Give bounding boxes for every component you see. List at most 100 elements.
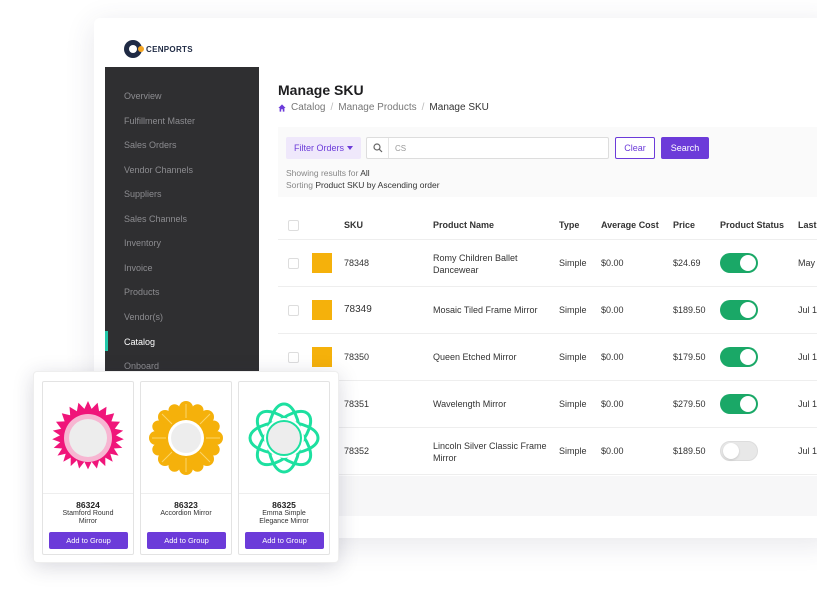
sidebar-item-vendor-channels[interactable]: Vendor Channels bbox=[124, 165, 193, 175]
sku-cell: 78349 bbox=[344, 304, 372, 315]
last-cell: Jul 1 bbox=[798, 352, 817, 362]
table-row[interactable]: 78349 Mosaic Tiled Frame Mirror Simple $… bbox=[278, 287, 817, 334]
sidebar-active-indicator bbox=[105, 331, 108, 351]
column-header-price[interactable]: Price bbox=[673, 220, 695, 230]
breadcrumb-manage-sku: Manage SKU bbox=[429, 102, 489, 113]
column-header-product-name[interactable]: Product Name bbox=[433, 220, 494, 230]
column-header-type[interactable]: Type bbox=[559, 220, 579, 230]
price-cell: $189.50 bbox=[673, 446, 706, 456]
search-box bbox=[366, 137, 609, 159]
product-name-cell: Mosaic Tiled Frame Mirror bbox=[433, 305, 538, 315]
brand-name: CENPORTS bbox=[146, 44, 193, 54]
product-name-line2: Mirror bbox=[78, 518, 98, 525]
sidebar-item-sales-channels[interactable]: Sales Channels bbox=[124, 214, 187, 224]
add-to-group-button[interactable]: Add to Group bbox=[49, 532, 128, 549]
product-card[interactable]: 86324 Stamford Round Mirror Add to Group bbox=[42, 381, 134, 555]
product-name-cell: Romy Children Ballet Dancewear bbox=[433, 252, 518, 276]
home-icon[interactable] bbox=[278, 103, 286, 112]
type-cell: Simple bbox=[559, 446, 587, 456]
row-checkbox[interactable] bbox=[288, 305, 299, 316]
sidebar-item-fulfillment-master[interactable]: Fulfillment Master bbox=[124, 116, 195, 126]
product-name-cell: Queen Etched Mirror bbox=[433, 352, 517, 362]
clear-button[interactable]: Clear bbox=[615, 137, 655, 159]
search-icon[interactable] bbox=[367, 138, 389, 158]
sku-cell: 78352 bbox=[344, 446, 370, 456]
status-toggle[interactable] bbox=[720, 441, 758, 461]
product-name-cell: Lincoln Silver Classic Frame Mirror bbox=[433, 440, 547, 464]
brand-logo[interactable]: CENPORTS bbox=[124, 40, 193, 58]
breadcrumb-manage-products[interactable]: Manage Products bbox=[338, 102, 416, 113]
column-header-sku[interactable]: SKU bbox=[344, 220, 363, 230]
cenports-logo-icon bbox=[124, 40, 144, 58]
product-name-line1: Romy Children Ballet bbox=[433, 253, 518, 263]
product-name-line1: Emma Simple bbox=[262, 510, 306, 517]
sidebar: Overview Fulfillment Master Sales Orders… bbox=[105, 67, 259, 387]
add-to-group-button[interactable]: Add to Group bbox=[245, 532, 324, 549]
search-input[interactable] bbox=[389, 143, 599, 153]
status-toggle[interactable] bbox=[720, 300, 758, 320]
breadcrumb-catalog[interactable]: Catalog bbox=[291, 102, 325, 113]
table-row[interactable]: 78348 Romy Children Ballet Dancewear Simp… bbox=[278, 240, 817, 287]
select-all-checkbox[interactable] bbox=[288, 220, 299, 231]
product-card[interactable]: 86323 Accordion Mirror Add to Group bbox=[140, 381, 232, 555]
product-name-line1: Lincoln Silver Classic Frame bbox=[433, 441, 547, 451]
sidebar-item-suppliers[interactable]: Suppliers bbox=[124, 189, 162, 199]
sidebar-item-inventory[interactable]: Inventory bbox=[124, 238, 161, 248]
product-thumbnail bbox=[312, 253, 332, 273]
sidebar-item-products[interactable]: Products bbox=[124, 287, 160, 297]
sidebar-item-sales-orders[interactable]: Sales Orders bbox=[124, 140, 177, 150]
type-cell: Simple bbox=[559, 305, 587, 315]
product-name-line2: Elegance Mirror bbox=[259, 518, 309, 525]
table-row[interactable]: 78351 Wavelength Mirror Simple $0.00 $27… bbox=[278, 381, 817, 428]
last-cell: May bbox=[798, 258, 816, 268]
cost-cell: $0.00 bbox=[601, 352, 624, 362]
product-code: 86324 bbox=[76, 500, 100, 510]
add-to-group-button[interactable]: Add to Group bbox=[147, 532, 226, 549]
sidebar-item-invoice[interactable]: Invoice bbox=[124, 263, 153, 273]
table-footer bbox=[278, 476, 817, 516]
product-cards-panel: 86324 Stamford RoundMirror Add to Group bbox=[33, 371, 339, 563]
type-cell: Simple bbox=[559, 352, 587, 362]
showing-value: All bbox=[360, 168, 370, 178]
sidebar-item-catalog[interactable]: Catalog bbox=[124, 337, 155, 347]
sidebar-item-vendors[interactable]: Vendor(s) bbox=[124, 312, 163, 322]
sku-cell: 78351 bbox=[344, 399, 370, 409]
sku-cell: 78350 bbox=[344, 352, 370, 362]
product-card[interactable]: 86325 Emma Simple Elegance Mirror Add to … bbox=[238, 381, 330, 555]
status-toggle[interactable] bbox=[720, 394, 758, 414]
product-name-line2: Mirror bbox=[433, 453, 457, 463]
product-name-line1: Stamford Round bbox=[62, 510, 114, 517]
product-code: 86323 bbox=[174, 500, 198, 510]
product-name: Emma Simple Elegance Mirror bbox=[239, 510, 329, 526]
product-thumbnail bbox=[312, 300, 332, 320]
cost-cell: $0.00 bbox=[601, 305, 624, 315]
sidebar-item-onboard[interactable]: Onboard bbox=[124, 361, 159, 371]
row-checkbox[interactable] bbox=[288, 258, 299, 269]
breadcrumb-separator: / bbox=[421, 102, 425, 113]
product-image bbox=[43, 382, 133, 494]
column-header-last[interactable]: Last bbox=[798, 220, 817, 230]
table-row[interactable]: 78352 Lincoln Silver Classic Frame Mirror… bbox=[278, 428, 817, 475]
product-image bbox=[239, 382, 329, 494]
product-image bbox=[141, 382, 231, 494]
caret-down-icon bbox=[347, 146, 353, 150]
product-name-line1: Accordion Mirror bbox=[160, 510, 212, 517]
sidebar-item-overview[interactable]: Overview bbox=[124, 91, 162, 101]
status-toggle[interactable] bbox=[720, 347, 758, 367]
breadcrumb-separator: / bbox=[330, 102, 334, 113]
sunburst-mirror-icon bbox=[52, 400, 124, 469]
search-button[interactable]: Search bbox=[661, 137, 709, 159]
row-checkbox[interactable] bbox=[288, 352, 299, 363]
floral-mirror-icon bbox=[248, 402, 320, 473]
table-row[interactable]: 78350 Queen Etched Mirror Simple $0.00 $… bbox=[278, 334, 817, 381]
status-toggle[interactable] bbox=[720, 253, 758, 273]
price-cell: $279.50 bbox=[673, 399, 706, 409]
column-header-average-cost[interactable]: Average Cost bbox=[601, 220, 659, 230]
sku-cell: 78348 bbox=[344, 258, 370, 268]
filter-orders-dropdown[interactable]: Filter Orders bbox=[286, 137, 361, 159]
sorting-text: Sorting Product SKU by Ascending order bbox=[286, 180, 440, 190]
product-name-cell: Wavelength Mirror bbox=[433, 399, 507, 409]
column-header-product-status[interactable]: Product Status bbox=[720, 220, 784, 230]
price-cell: $179.50 bbox=[673, 352, 706, 362]
filter-toolbar: Filter Orders Clear Search Showing resul… bbox=[278, 127, 817, 197]
